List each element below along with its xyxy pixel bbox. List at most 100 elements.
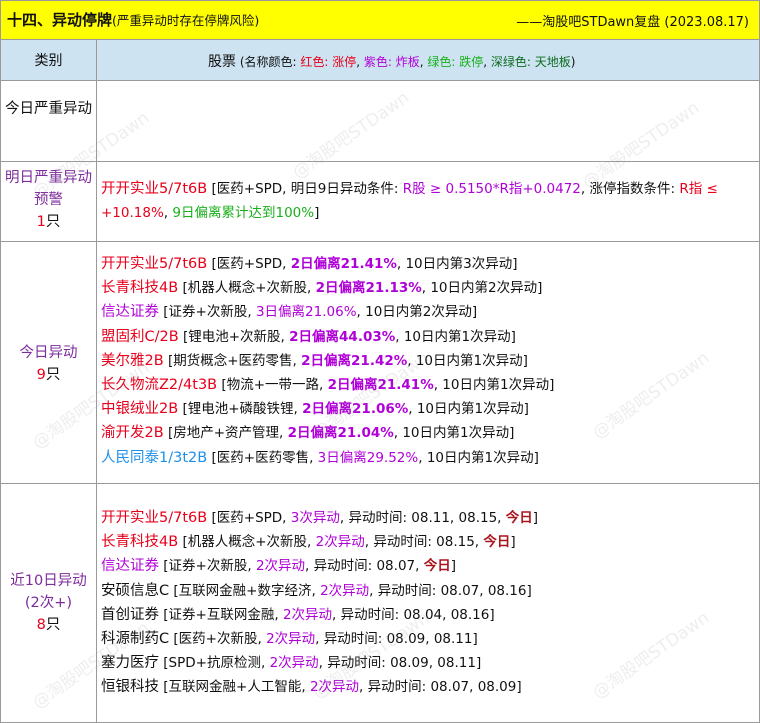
- stock-row: 美尔雅2B [期货概念+医药零售, 2日偏离21.42%, 10日内第1次异动]: [101, 349, 756, 373]
- stock-detail: [互联网金融+人工智能,: [159, 679, 310, 696]
- category-label: 今日严重异动: [5, 101, 92, 117]
- stock-detail: 2次异动: [255, 558, 306, 575]
- stock-row: 开开实业5/7t6B [医药+SPD, 2日偏离21.41%, 10日内第3次异…: [101, 252, 756, 276]
- stock-row: 中银绒业2B [锂电池+磷酸铁锂, 2日偏离21.06%, 10日内第1次异动]: [101, 397, 756, 421]
- stock-detail: 今日: [423, 558, 451, 575]
- stock-name: 长青科技4B: [101, 534, 179, 551]
- stock-detail: , 异动时间: 08.09, 08.11]: [318, 655, 482, 672]
- stock-name: 长青科技4B: [101, 280, 179, 297]
- category-cell: 今日异动 9只: [1, 342, 96, 386]
- stock-name: 开开实业5/7t6B: [101, 256, 208, 272]
- title-subtitle: (严重异动时存在停牌风险): [112, 13, 260, 28]
- category-cell: 今日严重异动: [1, 98, 96, 120]
- stock-detail: [期货概念+医药零售,: [163, 352, 302, 369]
- stock-detail: [证券+次新股,: [159, 558, 256, 575]
- category-label: 明日严重异动预警: [5, 170, 92, 208]
- stock-detail: [证券+次新股,: [159, 304, 256, 321]
- stock-detail: ]: [510, 534, 516, 551]
- stock-row: 塞力医疗 [SPD+抗原检测, 2次异动, 异动时间: 08.09, 08.11…: [101, 651, 756, 675]
- stock-row: 长青科技4B [机器人概念+次新股, 2日偏离21.13%, 10日内第2次异动…: [101, 276, 756, 300]
- stock-row: 信达证券 [证券+次新股, 2次异动, 异动时间: 08.07, 今日]: [101, 554, 756, 578]
- legend-segment: ,: [356, 55, 364, 69]
- stock-detail: [互联网金融+数字经济,: [169, 582, 321, 599]
- stock-name: 盟固利C/2B: [101, 328, 179, 345]
- stock-detail: [机器人概念+次新股,: [178, 280, 316, 297]
- stock-detail: 今日: [505, 510, 533, 526]
- stock-detail: , 异动时间: 08.07, 08.09]: [359, 679, 522, 696]
- section-tomorrow-severe: 明日严重异动预警 1只 开开实业5/7t6B [医药+SPD, 明日9日异动条件:…: [1, 162, 759, 242]
- stock-detail: 2次异动: [315, 534, 365, 551]
- legend-segment: 红色: 涨停: [300, 55, 357, 69]
- stock-detail: , 10日内第2次异动]: [421, 280, 543, 297]
- stock-detail: [医药+医药零售,: [207, 449, 318, 466]
- stock-detail: 2日偏离44.03%: [289, 328, 396, 345]
- stock-detail: , 10日内第1次异动]: [418, 449, 539, 466]
- category-cell: 明日严重异动预警 1只: [1, 167, 96, 233]
- category-label: 只: [45, 617, 61, 633]
- stock-detail: [SPD+抗原检测,: [159, 655, 270, 672]
- stock-name: 塞力医疗: [101, 655, 159, 672]
- stock-detail: [锂电池+磷酸铁锂,: [178, 401, 303, 418]
- stock-detail: , 10日内第1次异动]: [395, 328, 516, 345]
- stock-name: 科源制药C: [101, 631, 170, 648]
- stock-row: 信达证券 [证券+次新股, 3日偏离21.06%, 10日内第2次异动]: [101, 300, 756, 324]
- stock-detail: [医药+次新股,: [169, 631, 267, 648]
- stock-lines: 开开实业5/7t6B [医药+SPD, 2日偏离21.41%, 10日内第3次异…: [101, 252, 756, 470]
- column-divider: [96, 40, 97, 722]
- stock-name: 长久物流Z2/4t3B: [101, 377, 218, 394]
- stock-name: 中银绒业2B: [101, 401, 179, 418]
- stock-detail: ]: [532, 510, 539, 526]
- stock-detail: 2次异动: [309, 679, 360, 696]
- stock-detail: , 10日内第1次异动]: [408, 401, 529, 418]
- stock-detail: 2日偏离21.41%: [290, 256, 397, 272]
- stock-detail: ]: [314, 205, 320, 221]
- stock-detail: , 10日内第3次异动]: [396, 256, 518, 272]
- stock-detail: 2次异动: [266, 631, 316, 648]
- stock-name: 信达证券: [101, 558, 159, 575]
- stock-name: 开开实业5/7t6B: [101, 181, 208, 197]
- stock-detail: , 10日内第1次异动]: [393, 425, 515, 442]
- legend-segment: ): [570, 55, 576, 69]
- source-credit: ——淘股吧STDawn复盘 (2023.08.17): [516, 15, 749, 30]
- stock-detail: , 涨停指数条件:: [580, 181, 680, 197]
- stock-detail: [机器人概念+次新股,: [178, 534, 316, 551]
- stock-name: 恒银科技: [101, 679, 159, 696]
- stock-detail: , 异动时间: 08.04, 08.16]: [332, 606, 495, 623]
- stock-row: 恒银科技 [互联网金融+人工智能, 2次异动, 异动时间: 08.07, 08.…: [101, 675, 756, 699]
- stock-detail: , 异动时间: 08.07, 08.16]: [369, 582, 532, 599]
- abnormal-suspension-table: 十四、异动停牌(严重异动时存在停牌风险) ——淘股吧STDawn复盘 (2023…: [0, 0, 760, 723]
- section-recent-10day: 近10日异动 (2次+) 8只 开开实业5/7t6B [医药+SPD, 3次异动, …: [1, 484, 759, 722]
- category-label: 9: [36, 367, 46, 383]
- stock-row: 开开实业5/7t6B [医药+SPD, 3次异动, 异动时间: 08.11, 0…: [101, 506, 756, 530]
- stock-detail: [医药+SPD,: [207, 256, 291, 272]
- stock-row: 长青科技4B [机器人概念+次新股, 2次异动, 异动时间: 08.15, 今日…: [101, 530, 756, 554]
- stock-detail: 9日偏离累计达到100%: [172, 205, 315, 221]
- stock-detail: , 10日内第1次异动]: [407, 352, 528, 369]
- stock-detail: ]: [450, 558, 456, 575]
- stock-detail: 2次异动: [320, 582, 370, 599]
- stock-detail: R股 ≥ 0.5150*R指+0.0472: [402, 181, 581, 197]
- stock-lines: 开开实业5/7t6B [医药+SPD, 明日9日异动条件: R股 ≥ 0.515…: [101, 177, 756, 225]
- category-label: 1: [36, 214, 46, 230]
- stock-name: 人民同泰1/3t2B: [101, 449, 208, 466]
- stock-row: 开开实业5/7t6B [医药+SPD, 明日9日异动条件: R股 ≥ 0.515…: [101, 177, 756, 225]
- stock-detail: [证券+互联网金融,: [159, 606, 283, 623]
- legend-segment: 紫色: 炸板: [363, 55, 420, 69]
- stock-detail: 2次异动: [282, 606, 333, 623]
- category-label: 只: [45, 214, 61, 230]
- stock-name: 首创证券: [101, 606, 159, 623]
- category-label: (2次+): [24, 595, 73, 611]
- category-label: 今日异动: [19, 345, 78, 361]
- title-main: 十四、异动停牌: [7, 11, 113, 29]
- stocks-column-header: 股票 (名称颜色: 红色: 涨停, 紫色: 炸板, 绿色: 跌停, 深绿色: 天…: [208, 51, 575, 71]
- category-label: 近10日异动: [10, 573, 87, 589]
- legend-segment: (名称颜色:: [236, 55, 301, 69]
- stock-detail: , 10日内第1次异动]: [433, 377, 555, 394]
- stock-detail: [物流+一带一路,: [217, 377, 328, 394]
- stock-row: 安硕信息C [互联网金融+数字经济, 2次异动, 异动时间: 08.07, 08…: [101, 579, 756, 603]
- stock-detail: 今日: [483, 534, 511, 551]
- stock-detail: [房地产+资产管理,: [163, 425, 288, 442]
- stock-row: 长久物流Z2/4t3B [物流+一带一路, 2日偏离21.41%, 10日内第1…: [101, 373, 756, 397]
- category-label: 8: [36, 617, 46, 633]
- stock-row: 首创证券 [证券+互联网金融, 2次异动, 异动时间: 08.04, 08.16…: [101, 603, 756, 627]
